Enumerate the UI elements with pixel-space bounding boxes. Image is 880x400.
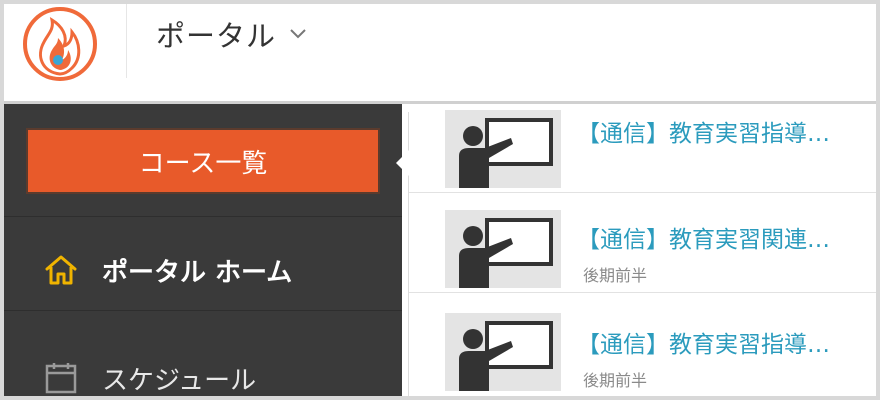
home-icon [45,255,77,285]
sidebar-divider [4,310,402,311]
chevron-down-icon [290,29,306,39]
sidebar-divider [4,216,402,217]
course-item[interactable]: 【通信】教育実習関連… 後期前半 [409,192,876,293]
popover-pointer [396,149,410,177]
teacher-board-icon [445,110,561,188]
header: ポータル [4,4,876,104]
header-divider [126,4,127,78]
course-item[interactable]: 【通信】教育実習指導… [409,92,876,193]
sidebar-item-label: ポータル ホーム [102,257,293,288]
course-list-panel: 【通信】教育実習指導… 【通信】教育実習関連… 後期前半 【通信】教育実習指導…… [408,110,876,396]
course-title[interactable]: 【通信】教育実習指導… [577,114,830,148]
sidebar-item-label: スケジュール [102,365,257,396]
sidebar: コース一覧 ポータル ホーム スケジュール [4,104,402,396]
course-list-button[interactable]: コース一覧 [26,128,380,194]
calendar-icon [45,363,77,394]
sidebar-item-schedule[interactable]: スケジュール [4,338,402,396]
flame-logo[interactable] [18,4,102,86]
course-title[interactable]: 【通信】教育実習指導… [577,325,830,359]
course-item[interactable]: 【通信】教育実習指導… 後期前半 [409,295,876,395]
teacher-board-icon [445,210,561,288]
sidebar-item-portal-home[interactable]: ポータル ホーム [4,230,402,310]
portal-title: ポータル [156,19,277,53]
portal-switcher[interactable]: ポータル [156,10,306,58]
course-title[interactable]: 【通信】教育実習関連… [577,220,830,254]
app-window: ポータル コース一覧 ポータル ホーム スケジュール 【通信】教育実習指導… 【… [4,4,876,396]
teacher-board-icon [445,313,561,391]
course-term: 後期前半 [583,371,648,390]
course-term: 後期前半 [583,266,648,285]
